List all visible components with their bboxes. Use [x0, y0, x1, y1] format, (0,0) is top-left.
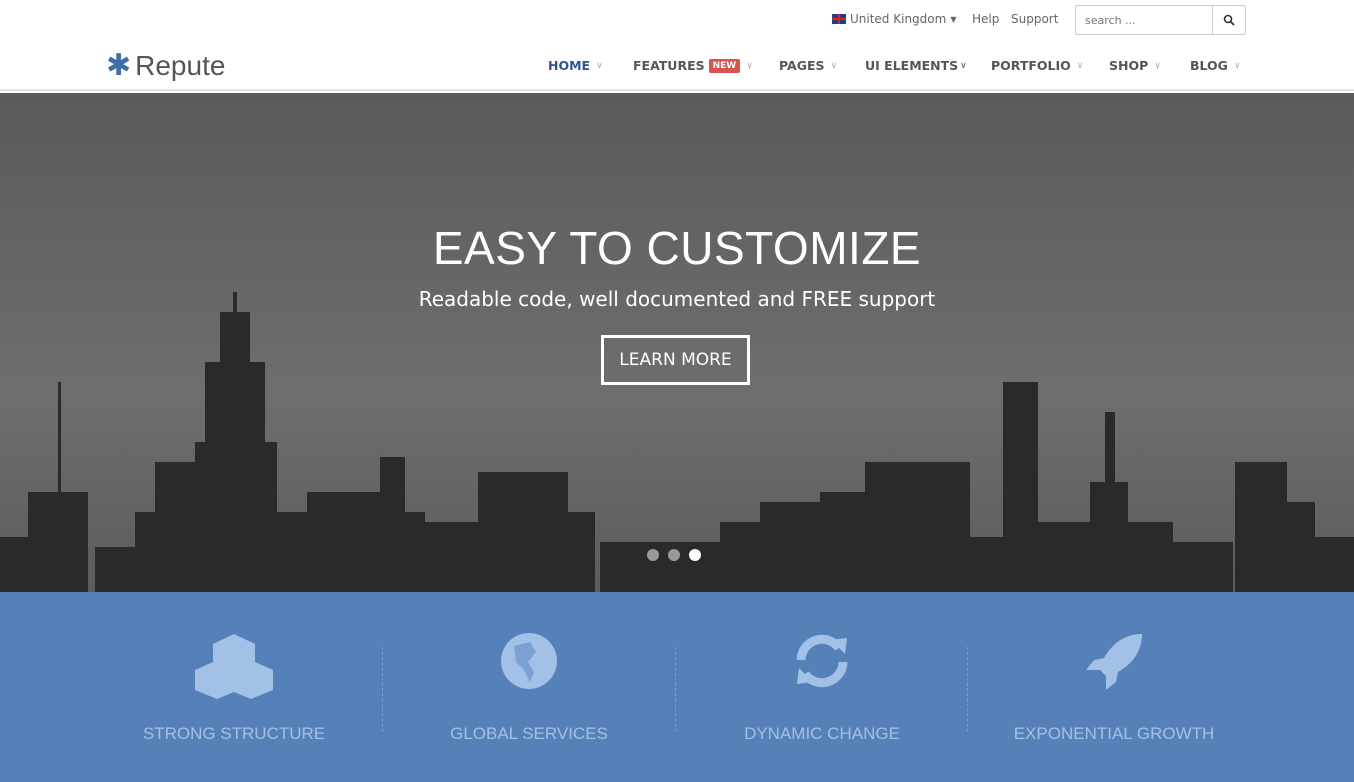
search-input[interactable]: [1076, 6, 1212, 34]
nav-shop[interactable]: SHOP ∨: [1109, 58, 1161, 73]
search-icon: [1223, 14, 1235, 26]
feature-dynamic-change: DYNAMIC CHANGE: [676, 592, 968, 782]
refresh-icon: [796, 634, 848, 688]
chevron-down-icon: ∨: [746, 60, 753, 71]
slide-dot-1[interactable]: [647, 549, 659, 561]
top-bar: United Kingdom ▼ Help Support: [0, 0, 1354, 40]
nav-label: FEATURES: [633, 58, 705, 73]
feature-label: GLOBAL SERVICES: [450, 724, 608, 743]
support-link[interactable]: Support: [1011, 12, 1058, 26]
search-button[interactable]: [1212, 6, 1245, 34]
feature-label: STRONG STRUCTURE: [142, 724, 326, 743]
language-selector[interactable]: United Kingdom ▼: [832, 12, 956, 26]
logo[interactable]: ✱ Repute: [106, 50, 225, 82]
nav-portfolio[interactable]: PORTFOLIO ∨: [991, 58, 1083, 73]
nav-features[interactable]: FEATURES NEW ∨: [633, 58, 753, 73]
nav-label: BLOG: [1190, 58, 1228, 73]
main-nav: ✱ Repute HOME ∨ FEATURES NEW ∨ PAGES ∨ UI ELE…: [0, 40, 1354, 91]
hero-slider: EASY TO CUSTOMIZE Readable code, well do…: [0, 93, 1354, 592]
slider-pagination: [647, 549, 701, 561]
feature-exponential-growth: EXPONENTIAL GROWTH: [968, 592, 1260, 782]
nav-home[interactable]: HOME ∨: [548, 58, 603, 73]
nav-label: SHOP: [1109, 58, 1149, 73]
hero-title: EASY TO CUSTOMIZE: [432, 222, 922, 274]
chevron-down-icon: ∨: [1233, 60, 1241, 71]
new-badge: NEW: [708, 58, 741, 73]
search-form: [1075, 5, 1246, 35]
feature-global-services: GLOBAL SERVICES: [383, 592, 675, 782]
caret-down-icon: ▼: [950, 14, 957, 24]
nav-label: HOME: [548, 58, 591, 73]
chevron-down-icon: ∨: [1076, 60, 1084, 71]
slide-dot-3[interactable]: [689, 549, 701, 561]
cubes-icon: [195, 634, 273, 699]
language-label: United Kingdom: [850, 12, 947, 26]
feature-label: EXPONENTIAL GROWTH: [1013, 724, 1215, 743]
help-link[interactable]: Help: [972, 12, 999, 26]
chevron-down-icon: ∨: [1154, 60, 1161, 71]
nav-ui-elements[interactable]: UI ELEMENTS ∨: [865, 58, 967, 73]
nav-blog[interactable]: BLOG ∨: [1190, 58, 1241, 73]
nav-label: PORTFOLIO: [991, 58, 1071, 73]
hero-subtitle: Readable code, well documented and FREE …: [418, 287, 936, 311]
feature-strong-structure: STRONG STRUCTURE: [88, 592, 380, 782]
globe-icon: [501, 633, 557, 689]
brand-name: Repute: [135, 50, 226, 81]
chevron-down-icon: ∨: [960, 60, 967, 71]
nav-label: UI ELEMENTS: [865, 58, 959, 73]
feature-label: DYNAMIC CHANGE: [744, 724, 900, 743]
slide-dot-2[interactable]: [668, 549, 680, 561]
uk-flag-icon: [832, 14, 846, 24]
asterisk-logo-icon: ✱: [106, 48, 132, 83]
rocket-icon: [1086, 634, 1142, 690]
learn-more-button[interactable]: LEARN MORE: [601, 335, 750, 385]
nav-pages[interactable]: PAGES ∨: [779, 58, 837, 73]
features-section: STRONG STRUCTURE GLOBAL SERVICES DYNAMIC…: [0, 592, 1354, 782]
chevron-down-icon: ∨: [830, 60, 838, 71]
chevron-down-icon: ∨: [596, 60, 603, 71]
nav-label: PAGES: [779, 58, 825, 73]
